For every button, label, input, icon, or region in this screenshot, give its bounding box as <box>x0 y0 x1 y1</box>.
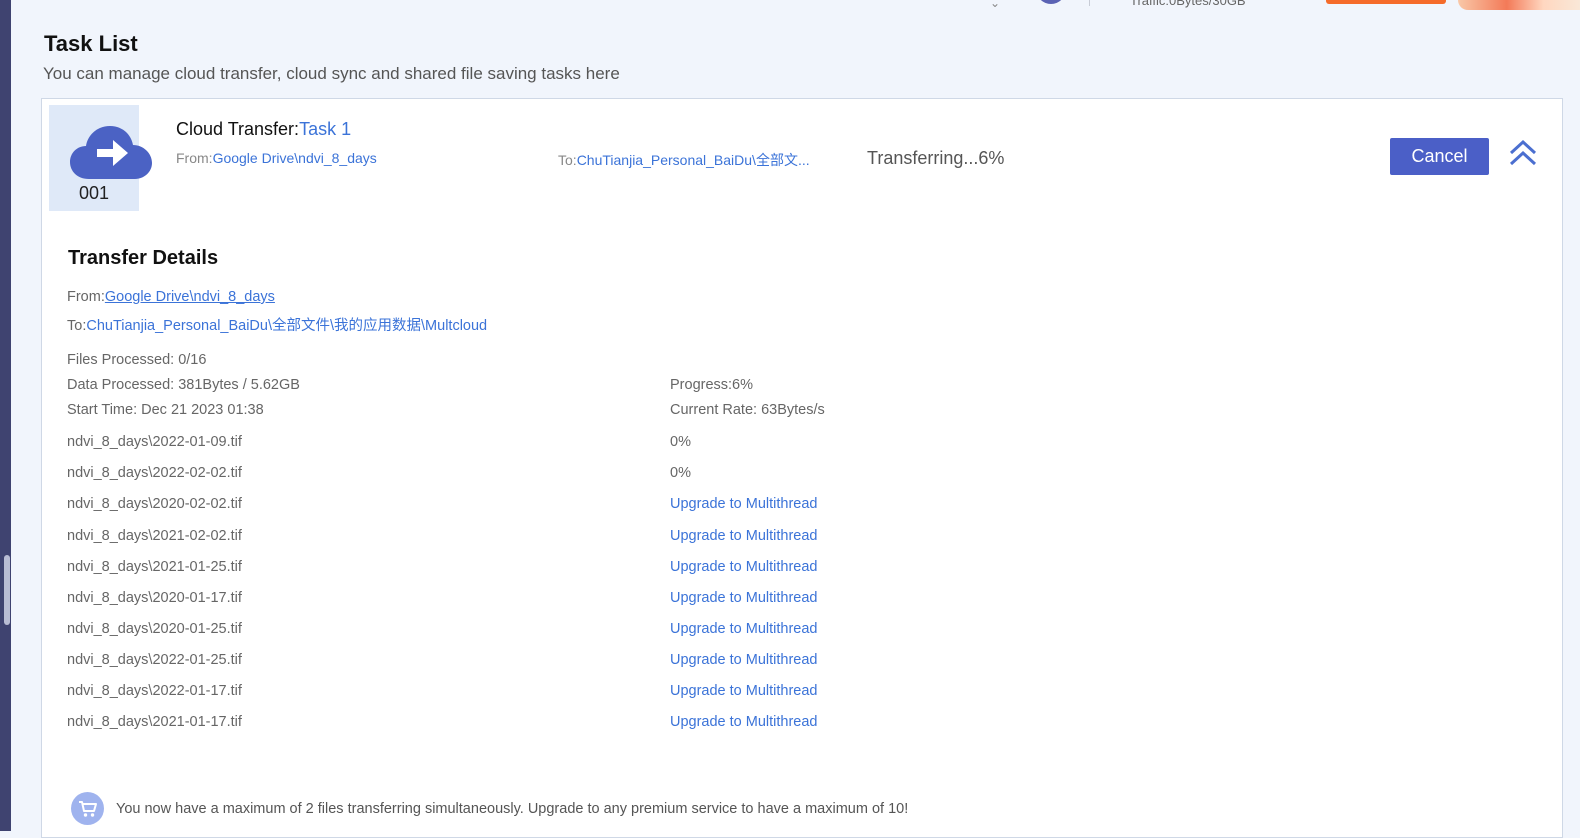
file-row-name: ndvi_8_days\2021-01-17.tif <box>67 714 242 730</box>
task-type-label: Cloud Transfer: <box>176 119 300 139</box>
upgrade-multithread-link[interactable]: Upgrade to Multithread <box>670 714 818 730</box>
page-title: Task List <box>44 31 138 56</box>
task-name-link[interactable]: Task 1 <box>299 119 351 139</box>
concurrency-notice: You now have a maximum of 2 files transf… <box>116 801 909 817</box>
file-row-name: ndvi_8_days\2022-02-02.tif <box>67 465 242 481</box>
upgrade-multithread-link[interactable]: Upgrade to Multithread <box>670 496 818 512</box>
task-from-label: From: <box>176 150 213 166</box>
task-to-path[interactable]: ChuTianjia_Personal_BaiDu\全部文... <box>577 152 810 168</box>
traffic-usage: Traffic:0Bytes/30GB <box>1130 0 1246 8</box>
cancel-button[interactable]: Cancel <box>1390 138 1489 175</box>
file-row-name: ndvi_8_days\2021-02-02.tif <box>67 528 242 544</box>
file-row-name: ndvi_8_days\2020-01-25.tif <box>67 621 242 637</box>
files-processed: Files Processed: 0/16 <box>67 352 207 368</box>
task-title: Cloud Transfer:Task 1 <box>176 119 351 140</box>
task-to-label: To: <box>558 152 577 168</box>
current-rate: Current Rate: 63Bytes/s <box>670 402 825 418</box>
scrollbar-thumb[interactable] <box>4 555 10 625</box>
promo-banner[interactable] <box>1458 0 1580 10</box>
details-to-label: To: <box>67 318 87 334</box>
progress-value: Progress:6% <box>670 377 754 393</box>
collapse-chevron-icon[interactable] <box>1508 139 1538 172</box>
task-destination: To:ChuTianjia_Personal_BaiDu\全部文... <box>558 150 810 170</box>
left-sidebar-rail <box>0 0 11 831</box>
task-source: From:Google Drive\ndvi_8_days <box>176 150 377 166</box>
file-row-progress: 0% <box>670 434 691 450</box>
upgrade-multithread-link[interactable]: Upgrade to Multithread <box>670 621 818 637</box>
details-from-path[interactable]: Google Drive\ndvi_8_days <box>105 289 275 305</box>
details-from: From:Google Drive\ndvi_8_days <box>67 289 275 305</box>
file-row-name: ndvi_8_days\2020-02-02.tif <box>67 496 242 512</box>
user-avatar-icon[interactable] <box>1036 0 1066 4</box>
task-number: 001 <box>78 183 110 203</box>
task-card: 001 Cloud Transfer:Task 1 From:Google Dr… <box>41 98 1563 838</box>
upgrade-multithread-link[interactable]: Upgrade to Multithread <box>670 652 818 668</box>
details-from-label: From: <box>67 289 105 305</box>
upgrade-multithread-link[interactable]: Upgrade to Multithread <box>670 590 818 606</box>
cart-icon <box>71 792 104 825</box>
file-row-name: ndvi_8_days\2020-01-17.tif <box>67 590 242 606</box>
transfer-details-title: Transfer Details <box>68 247 219 269</box>
task-from-path[interactable]: Google Drive\ndvi_8_days <box>213 150 377 166</box>
header-upgrade-button[interactable] <box>1326 0 1446 4</box>
dropdown-chevron-icon[interactable]: ⌄ <box>990 0 1000 10</box>
upgrade-multithread-link[interactable]: Upgrade to Multithread <box>670 559 818 575</box>
file-row-name: ndvi_8_days\2022-01-17.tif <box>67 683 242 699</box>
details-to: To:ChuTianjia_Personal_BaiDu\全部文件\我的应用数据… <box>67 314 487 335</box>
data-processed: Data Processed: 381Bytes / 5.62GB <box>67 377 300 393</box>
task-status: Transferring...6% <box>867 148 1005 168</box>
details-to-path[interactable]: ChuTianjia_Personal_BaiDu\全部文件\我的应用数据\Mu… <box>86 318 487 334</box>
file-row-name: ndvi_8_days\2022-01-09.tif <box>67 434 242 450</box>
header-divider <box>1089 0 1090 6</box>
file-row-name: ndvi_8_days\2021-01-25.tif <box>67 559 242 575</box>
page-subtitle: You can manage cloud transfer, cloud syn… <box>43 64 620 83</box>
task-icon-box: 001 <box>49 105 152 211</box>
upgrade-multithread-link[interactable]: Upgrade to Multithread <box>670 683 818 699</box>
file-row-progress: 0% <box>670 465 691 481</box>
upgrade-multithread-link[interactable]: Upgrade to Multithread <box>670 528 818 544</box>
cloud-transfer-icon <box>70 126 152 179</box>
file-row-name: ndvi_8_days\2022-01-25.tif <box>67 652 242 668</box>
start-time: Start Time: Dec 21 2023 01:38 <box>67 402 264 418</box>
